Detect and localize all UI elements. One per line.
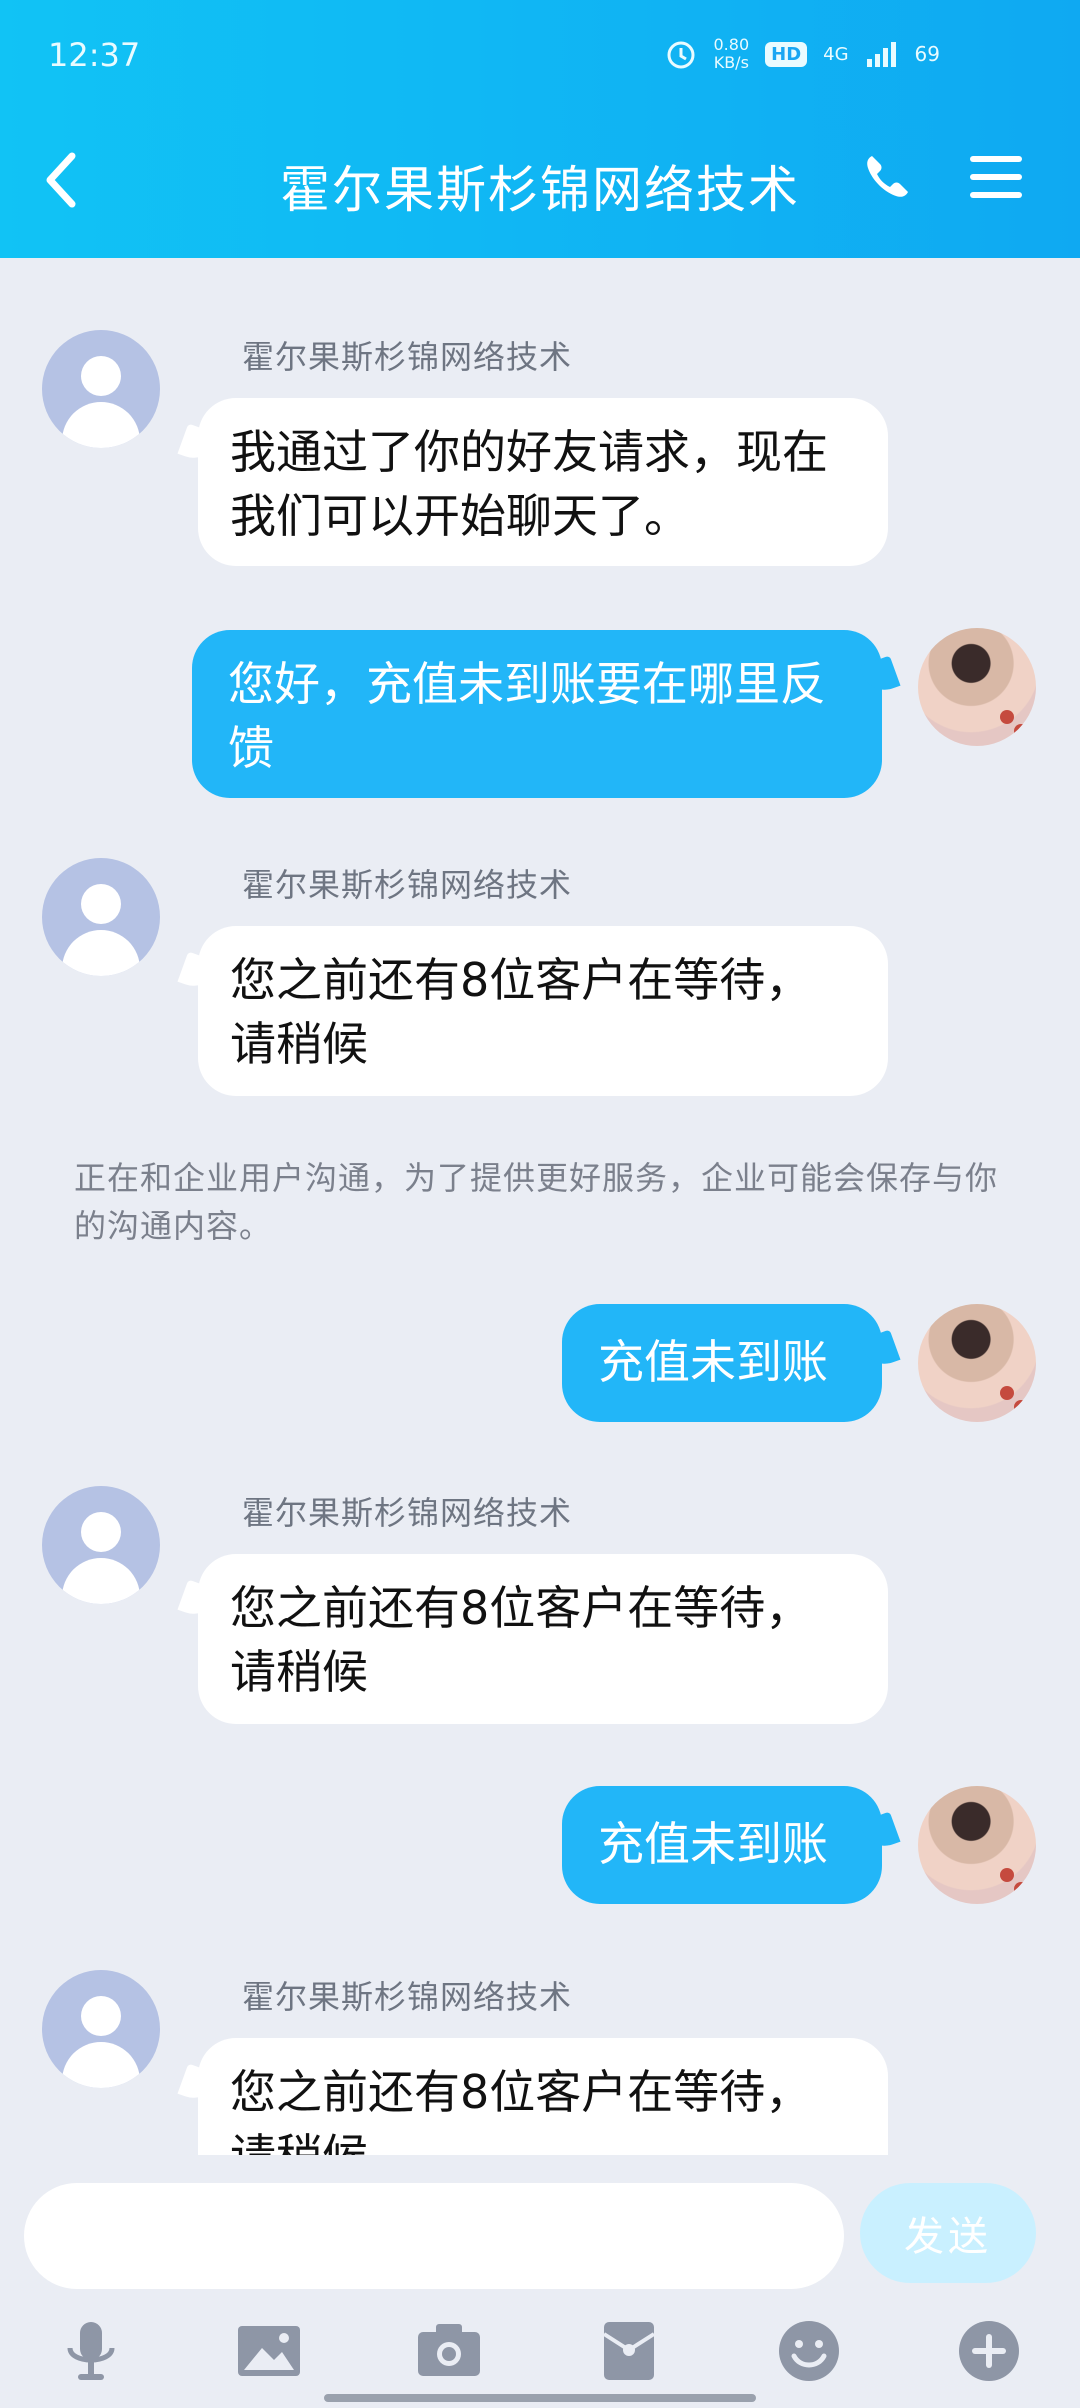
sender-name: 霍尔果斯杉锦网络技术: [242, 338, 573, 376]
contact-avatar[interactable]: [42, 1486, 160, 1604]
contact-avatar[interactable]: [42, 330, 160, 448]
net-speed-value: 0.80: [713, 35, 750, 54]
sender-name: 霍尔果斯杉锦网络技术: [242, 866, 573, 904]
battery-level: 69: [914, 42, 940, 66]
net-speed: 0.80 KB/s: [714, 36, 750, 72]
home-indicator[interactable]: [324, 2394, 756, 2402]
message-list[interactable]: 霍尔果斯杉锦网络技术 我通过了你的好友请求，现在我们可以开始聊天了。 您好，充值…: [0, 258, 1080, 2155]
camera-icon[interactable]: [414, 2316, 484, 2386]
message-bubble-received[interactable]: 您之前还有8位客户在等待，请稍候: [198, 1554, 888, 1724]
chat-header: 12:37 0.80 KB/s HD 4G 69 霍尔果斯杉锦网络技术: [0, 0, 1080, 258]
plus-icon[interactable]: [954, 2316, 1024, 2386]
user-avatar[interactable]: [918, 1786, 1036, 1904]
alarm-icon: [667, 41, 694, 69]
hd-badge: HD: [765, 41, 808, 67]
net-speed-unit: KB/s: [713, 53, 749, 72]
message-bubble-received[interactable]: 您之前还有8位客户在等待，请稍候: [198, 2038, 888, 2155]
contact-avatar[interactable]: [42, 858, 160, 976]
red-packet-icon[interactable]: [594, 2316, 664, 2386]
send-button[interactable]: 发送: [860, 2183, 1036, 2283]
message-bubble-received[interactable]: 您之前还有8位客户在等待，请稍候: [198, 926, 888, 1096]
contact-avatar[interactable]: [42, 1970, 160, 2088]
status-time: 12:37: [48, 36, 141, 74]
message-input[interactable]: [24, 2183, 844, 2289]
emoji-icon[interactable]: [774, 2316, 844, 2386]
signal-4g: 4G: [823, 43, 849, 65]
message-bubble-sent[interactable]: 您好，充值未到账要在哪里反馈: [192, 630, 882, 798]
user-avatar[interactable]: [918, 628, 1036, 746]
compose-bar: 发送: [0, 2155, 1080, 2290]
sender-name: 霍尔果斯杉锦网络技术: [242, 1978, 573, 2016]
attachment-toolbar: [0, 2290, 1080, 2408]
chat-title: 霍尔果斯杉锦网络技术: [280, 161, 800, 219]
status-icons: 0.80 KB/s HD 4G 69: [664, 36, 940, 72]
menu-icon[interactable]: [968, 150, 1024, 204]
phone-icon[interactable]: [860, 150, 914, 204]
message-bubble-received[interactable]: 我通过了你的好友请求，现在我们可以开始聊天了。: [198, 398, 888, 566]
signal-bars-icon: [866, 42, 896, 67]
microphone-icon[interactable]: [56, 2316, 126, 2386]
message-bubble-sent[interactable]: 充值未到账: [562, 1304, 882, 1422]
user-avatar[interactable]: [918, 1304, 1036, 1422]
system-notice: 正在和企业用户沟通，为了提供更好服务，企业可能会保存与你的沟通内容。: [74, 1159, 999, 1245]
message-bubble-sent[interactable]: 充值未到账: [562, 1786, 882, 1904]
image-icon[interactable]: [234, 2316, 304, 2386]
sender-name: 霍尔果斯杉锦网络技术: [242, 1494, 573, 1532]
